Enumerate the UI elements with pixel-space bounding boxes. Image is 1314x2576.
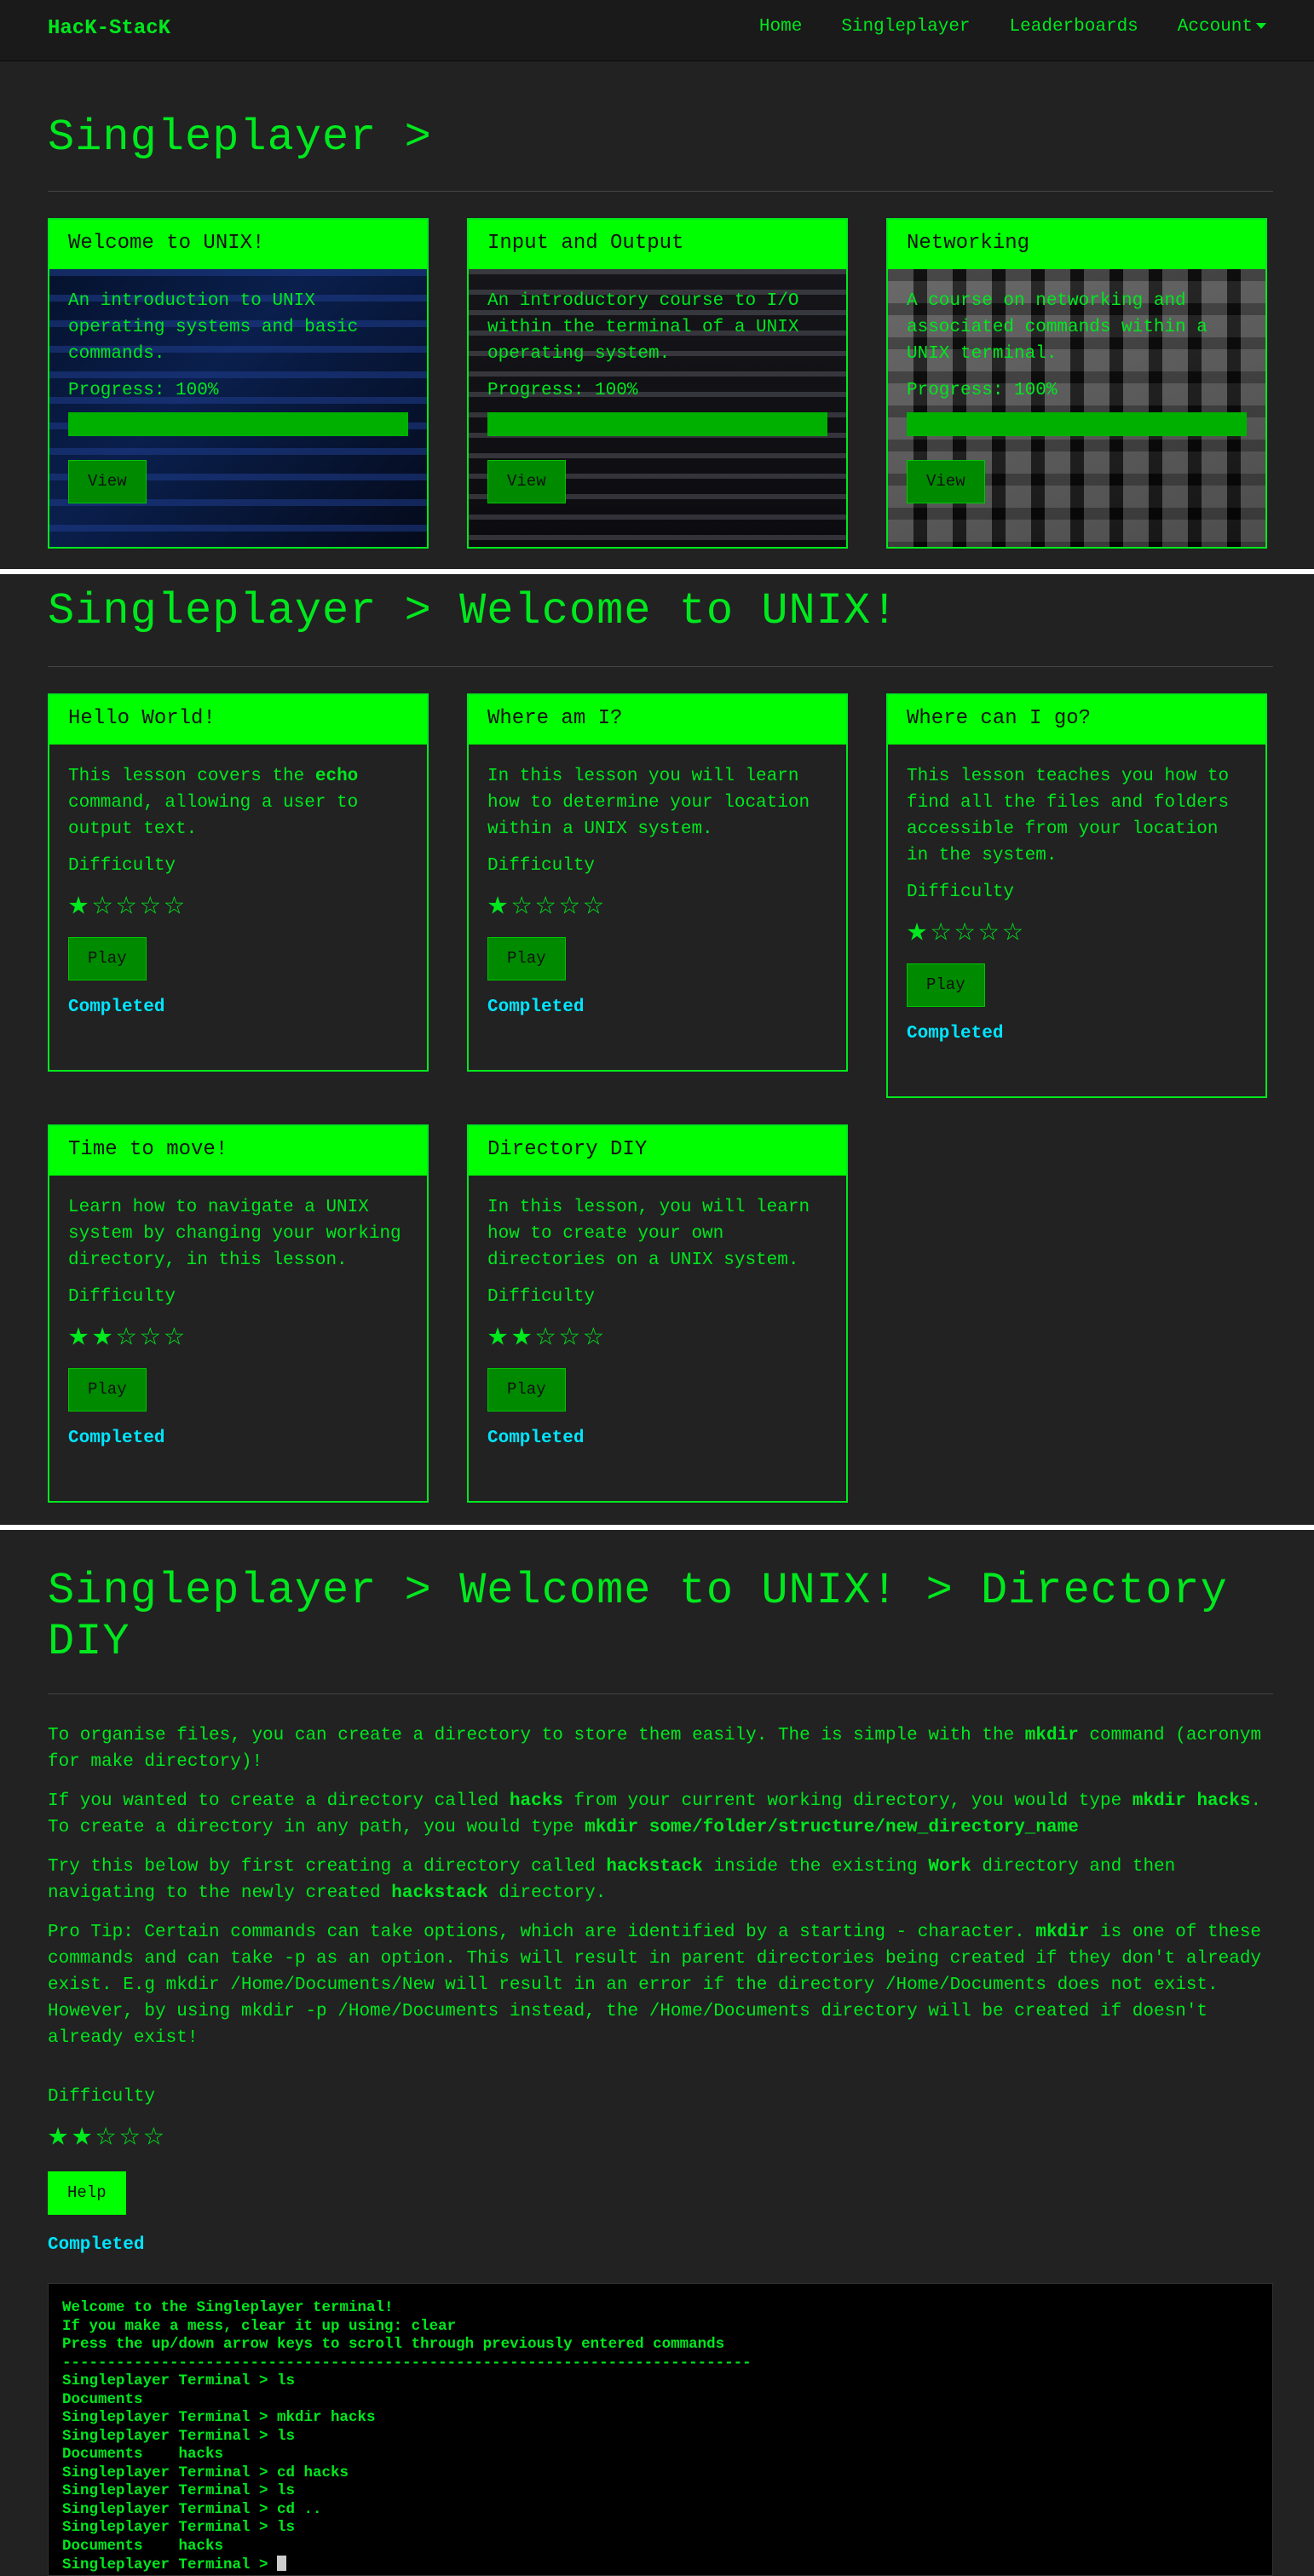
lesson-card: Directory DIY In this lesson, you will l…	[467, 1124, 848, 1503]
completed-badge: Completed	[48, 2235, 145, 2255]
nav-home[interactable]: Home	[759, 17, 802, 37]
nav-account[interactable]: Account	[1178, 17, 1266, 37]
course-progress-label: Progress: 100%	[487, 381, 638, 400]
course-title: Networking	[888, 220, 1265, 269]
page-title: Singleplayer > Welcome to UNIX! > Direct…	[48, 1566, 1228, 1667]
divider	[48, 666, 1273, 667]
nav-links: Home Singleplayer Leaderboards Account	[759, 17, 1266, 37]
section-lessons: Singleplayer > Welcome to UNIX! Hello Wo…	[0, 574, 1314, 1525]
course-title: Input and Output	[469, 220, 846, 269]
view-button[interactable]: View	[68, 460, 147, 503]
lesson-card: Where am I? In this lesson you will lear…	[467, 693, 848, 1072]
nav-account-label: Account	[1177, 17, 1253, 37]
view-button[interactable]: View	[907, 460, 985, 503]
play-button[interactable]: Play	[487, 1368, 566, 1412]
lesson-description: This lesson teaches you how to find all …	[907, 767, 1230, 865]
completed-badge: Completed	[907, 1024, 1004, 1044]
course-card-io: Input and Output An introductory course …	[467, 218, 848, 549]
play-button[interactable]: Play	[487, 937, 566, 980]
difficulty-stars-icon: ★★☆☆☆	[48, 2118, 168, 2156]
course-progress-label: Progress: 100%	[68, 381, 219, 400]
lesson-title: Directory DIY	[469, 1126, 846, 1176]
completed-badge: Completed	[487, 1429, 585, 1448]
chevron-down-icon	[1256, 22, 1266, 29]
lesson-content: To organise files, you can create a dire…	[48, 1722, 1266, 2064]
terminal-output: Welcome to the Singleplayer terminal! If…	[62, 2299, 752, 2573]
help-button[interactable]: Help	[48, 2171, 126, 2215]
lesson-meta: Difficulty ★★☆☆☆ Help Completed	[48, 2084, 1266, 2258]
lesson-title: Time to move!	[49, 1126, 427, 1176]
pro-tip-paragraph: Pro Tip: Certain commands can take optio…	[48, 1923, 1262, 2048]
course-description: A course on networking and associated co…	[907, 291, 1207, 364]
course-card-networking: Networking A course on networking and as…	[886, 218, 1267, 549]
section-courses: Singleplayer > Welcome to UNIX! An intro…	[0, 61, 1314, 569]
terminal[interactable]: Welcome to the Singleplayer terminal! If…	[48, 2283, 1273, 2576]
lesson-paragraph: Try this below by first creating a direc…	[48, 1857, 1176, 1903]
lesson-title: Where can I go?	[888, 695, 1265, 745]
divider	[48, 191, 1273, 192]
difficulty-stars-icon: ★☆☆☆☆	[487, 887, 608, 925]
difficulty-stars-icon: ★★☆☆☆	[487, 1318, 608, 1356]
completed-badge: Completed	[487, 998, 585, 1017]
difficulty-stars-icon: ★★☆☆☆	[68, 1318, 188, 1356]
brand-logo[interactable]: HacK-StacK	[48, 17, 170, 40]
lesson-card: Hello World! This lesson covers the echo…	[48, 693, 429, 1072]
play-button[interactable]: Play	[68, 1368, 147, 1412]
difficulty-label: Difficulty	[487, 856, 596, 876]
progress-bar	[487, 412, 827, 436]
lesson-title: Hello World!	[49, 695, 427, 745]
difficulty-label: Difficulty	[68, 856, 176, 876]
difficulty-label: Difficulty	[48, 2087, 156, 2107]
difficulty-stars-icon: ★☆☆☆☆	[68, 887, 188, 925]
course-card-unix: Welcome to UNIX! An introduction to UNIX…	[48, 218, 429, 549]
play-button[interactable]: Play	[907, 963, 985, 1007]
lesson-description: In this lesson you will learn how to det…	[487, 767, 810, 839]
difficulty-label: Difficulty	[68, 1287, 176, 1307]
play-button[interactable]: Play	[68, 937, 147, 980]
lesson-title: Where am I?	[469, 695, 846, 745]
lesson-paragraph: To organise files, you can create a dire…	[48, 1726, 1262, 1772]
divider	[48, 1693, 1273, 1694]
completed-badge: Completed	[68, 998, 165, 1017]
lesson-paragraph: If you wanted to create a directory call…	[48, 1791, 1262, 1837]
lesson-description: This lesson covers the echo command, all…	[68, 767, 359, 839]
course-description: An introductory course to I/O within the…	[487, 291, 799, 364]
progress-bar	[68, 412, 408, 436]
completed-badge: Completed	[68, 1429, 165, 1448]
difficulty-label: Difficulty	[907, 883, 1015, 902]
navbar: HacK-StacK Home Singleplayer Leaderboard…	[0, 0, 1314, 61]
view-button[interactable]: View	[487, 460, 566, 503]
course-progress-label: Progress: 100%	[907, 381, 1058, 400]
lesson-card: Time to move! Learn how to navigate a UN…	[48, 1124, 429, 1503]
nav-singleplayer[interactable]: Singleplayer	[841, 17, 970, 37]
nav-leaderboards[interactable]: Leaderboards	[1010, 17, 1138, 37]
lesson-description: In this lesson, you will learn how to cr…	[487, 1198, 810, 1270]
lesson-description: Learn how to navigate a UNIX system by c…	[68, 1198, 401, 1270]
progress-bar	[907, 412, 1247, 436]
difficulty-label: Difficulty	[487, 1287, 596, 1307]
terminal-cursor	[277, 2556, 287, 2571]
course-title: Welcome to UNIX!	[49, 220, 427, 269]
course-description: An introduction to UNIX operating system…	[68, 291, 359, 364]
difficulty-stars-icon: ★☆☆☆☆	[907, 913, 1027, 952]
page-title: Singleplayer >	[48, 112, 432, 163]
page-title: Singleplayer > Welcome to UNIX!	[48, 586, 899, 636]
lesson-card: Where can I go? This lesson teaches you …	[886, 693, 1267, 1098]
